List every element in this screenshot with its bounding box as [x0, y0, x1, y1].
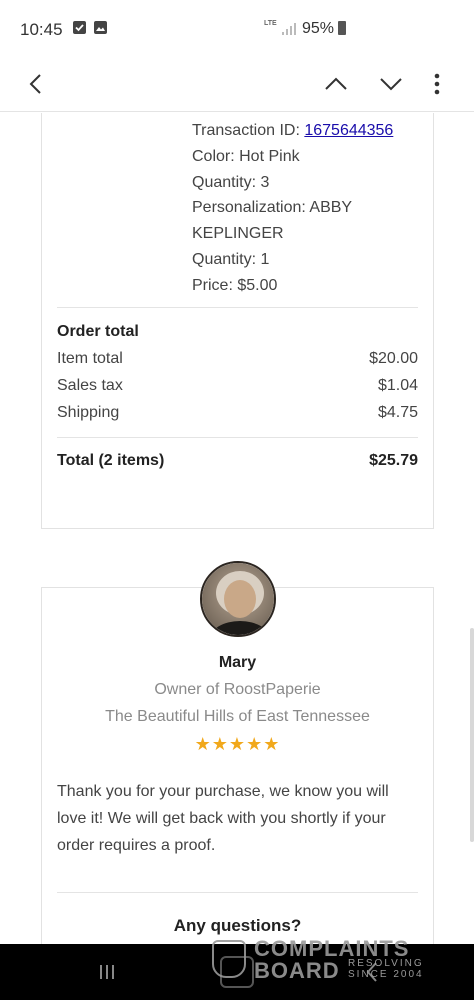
seller-name: Mary [218, 654, 257, 671]
sales-tax-row: Sales tax $1.04 [57, 377, 418, 395]
more-vert-icon [434, 73, 440, 95]
watermark-tag2: SINCE 2004 [348, 969, 424, 980]
battery-percent: 95% [302, 20, 335, 37]
divider [57, 892, 418, 893]
seller-card: Mary Owner of RoostPaperie The Beautiful… [41, 587, 434, 944]
transaction-label: Transaction ID: [192, 122, 300, 139]
personalization-line2: KEPLINGER [192, 225, 284, 243]
grand-total-row: Total (2 items) $25.79 [57, 452, 418, 470]
app-bar [0, 56, 474, 112]
email-content[interactable]: Transaction ID: 1675644356 Color: Hot Pi… [0, 113, 474, 944]
item-price: Price: $5.00 [192, 276, 278, 294]
network-type: LTE [264, 20, 277, 27]
item-total-label: Item total [57, 350, 123, 367]
personalization-line1: Personalization: ABBY [192, 199, 353, 217]
check-icon [73, 21, 86, 34]
grand-total-value: $25.79 [369, 452, 418, 469]
shipping-value: $4.75 [377, 404, 418, 421]
next-message-button[interactable] [371, 64, 411, 104]
shipping-row: Shipping $4.75 [57, 404, 418, 422]
shield-icon [212, 940, 246, 978]
questions-heading: Any questions? [173, 916, 302, 935]
transaction-line: Transaction ID: 1675644356 [192, 118, 422, 144]
seller-message: Thank you for your purchase, we know you… [57, 783, 389, 854]
star-rating: ★★★★★ [194, 734, 281, 754]
watermark-logo: COMPLAINTS BOARD RESOLVING SINCE 2004 [212, 936, 432, 986]
more-options-button[interactable] [417, 64, 457, 104]
recents-icon[interactable] [97, 964, 117, 980]
item-details: Transaction ID: 1675644356 Color: Hot Pi… [192, 118, 422, 299]
transaction-id-link[interactable]: 1675644356 [304, 122, 393, 139]
status-bar: 10:45 LTE 95% [0, 0, 474, 56]
divider [57, 437, 418, 438]
item-total-row: Item total $20.00 [57, 350, 418, 368]
shipping-label: Shipping [57, 404, 120, 421]
gallery-icon [94, 21, 107, 34]
chevron-down-icon [380, 78, 402, 91]
order-card: Transaction ID: 1675644356 Color: Hot Pi… [41, 113, 434, 529]
seller-location: The Beautiful Hills of East Tennessee [105, 708, 370, 725]
previous-message-button[interactable] [316, 64, 356, 104]
item-color: Color: Hot Pink [192, 147, 300, 165]
watermark-line2: BOARD [254, 958, 340, 983]
back-button[interactable] [16, 64, 56, 104]
scrollbar[interactable] [470, 628, 474, 842]
status-time: 10:45 [20, 20, 63, 39]
sales-tax-label: Sales tax [57, 377, 123, 394]
battery-icon [338, 21, 346, 35]
item-quantity: Quantity: 3 [192, 173, 270, 191]
chevron-up-icon [325, 77, 347, 90]
item-total-value: $20.00 [369, 350, 418, 367]
back-arrow-icon [29, 74, 41, 94]
avatar [200, 561, 276, 637]
grand-total-label: Total (2 items) [57, 452, 165, 469]
sales-tax-value: $1.04 [377, 377, 418, 394]
seller-role: Owner of RoostPaperie [154, 681, 321, 698]
divider [57, 307, 418, 308]
watermark-tag1: RESOLVING [348, 958, 424, 969]
signal-icon [282, 23, 296, 35]
order-total-heading: Order total [57, 323, 139, 340]
personalization-quantity: Quantity: 1 [192, 250, 270, 268]
